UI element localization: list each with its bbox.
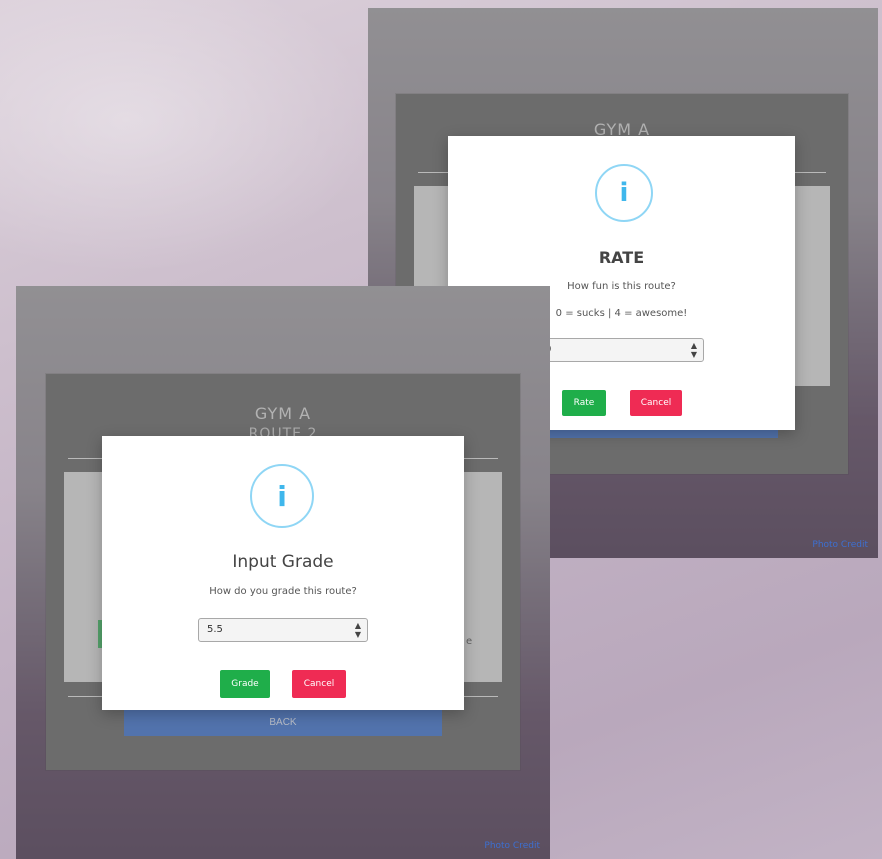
select-arrows-icon: ▲ ▼ xyxy=(690,341,697,359)
dialog-title: RATE xyxy=(598,248,645,267)
cancel-button[interactable]: Cancel xyxy=(630,390,682,416)
grade-button[interactable]: Grade xyxy=(220,670,270,698)
photo-credit-link[interactable]: Photo Credit xyxy=(484,841,540,851)
input-grade-dialog: i Input Grade How do you grade this rout… xyxy=(102,436,464,710)
background-decoration xyxy=(0,0,420,300)
grade-select-value: 5.5 xyxy=(207,624,223,635)
rating-select[interactable]: 0 ▲▼ xyxy=(536,338,704,362)
grade-screenshot: GYM A ROUTE 2 e BACK i Input Grade How d… xyxy=(16,286,550,859)
dialog-title: Input Grade xyxy=(232,552,334,572)
dialog-question: How do you grade this route? xyxy=(209,586,357,597)
grade-select[interactable]: 5.5 ▲ ▼ xyxy=(198,618,368,642)
info-icon: i xyxy=(250,464,314,528)
photo-credit-link[interactable]: Photo Credit xyxy=(812,540,868,550)
cancel-button[interactable]: Cancel xyxy=(292,670,346,698)
rate-button[interactable]: Rate xyxy=(562,390,606,416)
info-icon: i xyxy=(595,164,653,222)
select-arrows-icon: ▲ ▼ xyxy=(354,621,361,639)
